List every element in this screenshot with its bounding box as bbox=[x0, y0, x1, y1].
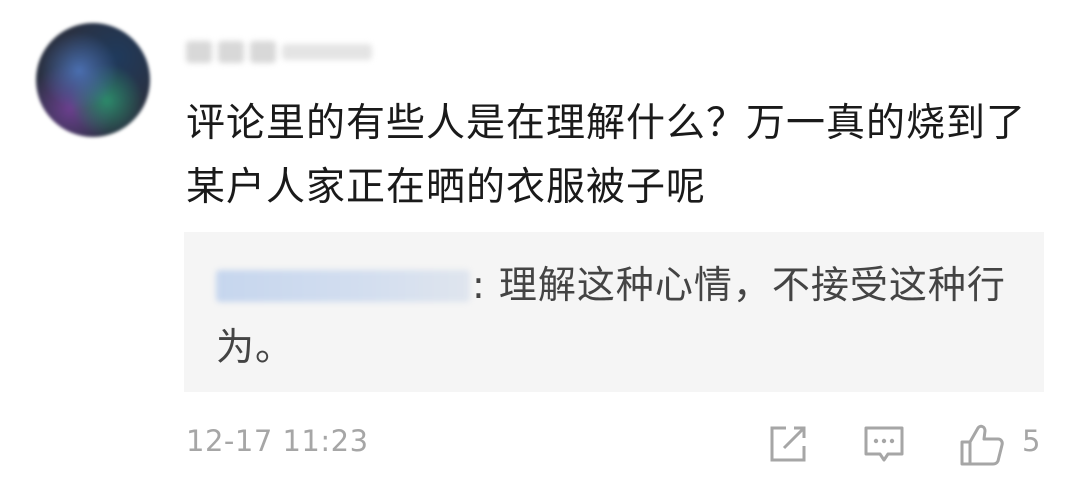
timestamp: 12-17 11:23 bbox=[186, 424, 369, 458]
reply-quote-content: : 理解这种心情，不接受这种行为。 bbox=[216, 254, 1016, 378]
comment-card: 评论里的有些人是在理解什么？万一真的烧到了某户人家正在晒的衣服被子呢 : 理解这… bbox=[0, 0, 1080, 487]
reply-separator: : bbox=[472, 263, 499, 307]
thumbs-up-icon[interactable] bbox=[958, 422, 1006, 472]
reply-username-redacted[interactable] bbox=[216, 270, 470, 302]
avatar[interactable] bbox=[36, 23, 150, 137]
comment-text: 评论里的有些人是在理解什么？万一真的烧到了某户人家正在晒的衣服被子呢 bbox=[186, 101, 1027, 210]
reply-quote[interactable]: : 理解这种心情，不接受这种行为。 bbox=[184, 232, 1044, 392]
share-icon[interactable] bbox=[766, 422, 810, 470]
username-redacted[interactable] bbox=[186, 37, 412, 67]
like-count: 5 bbox=[1022, 424, 1041, 458]
reply-icon[interactable] bbox=[862, 422, 906, 470]
comment-footer: 12-17 11:23 5 bbox=[186, 418, 1046, 470]
